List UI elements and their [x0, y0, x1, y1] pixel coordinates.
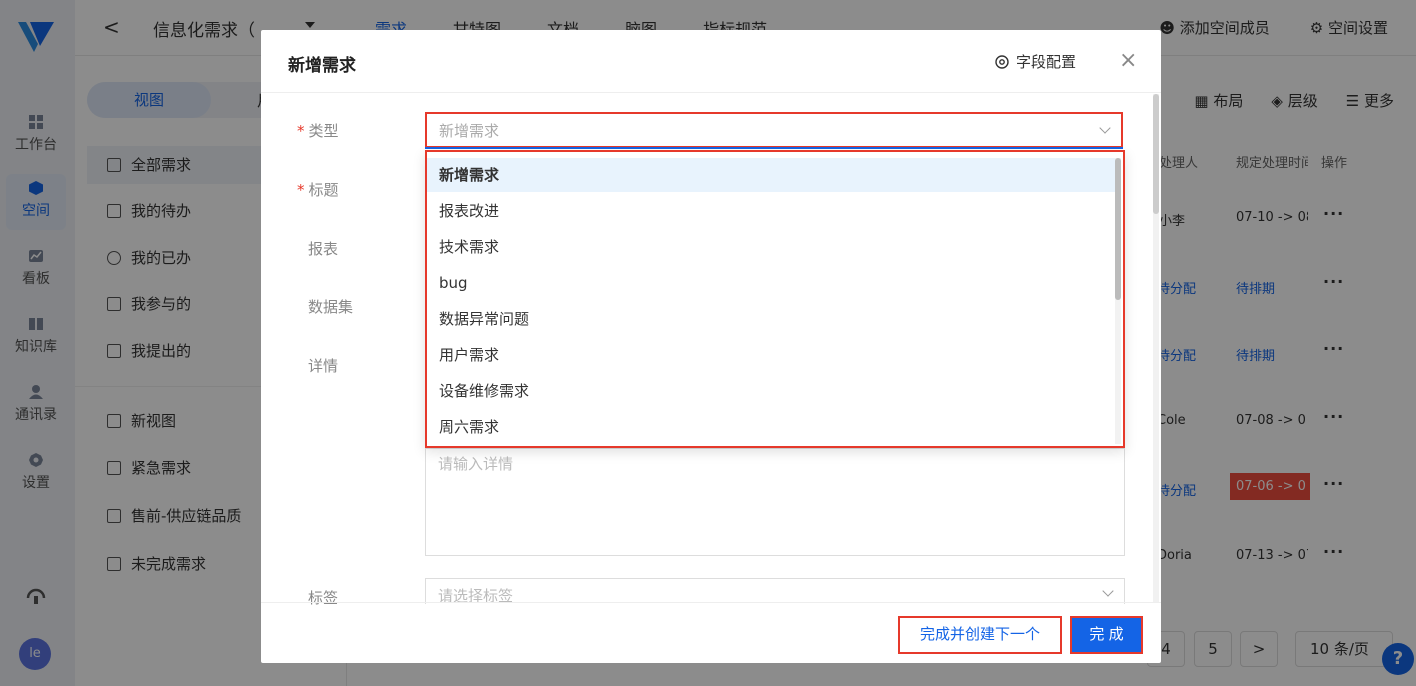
option-report-improve[interactable]: 报表改进	[427, 194, 1117, 228]
chevron-down-icon	[1099, 122, 1111, 134]
detail-placeholder: 请输入详情	[438, 455, 514, 473]
required-mark: *	[297, 181, 305, 199]
type-dropdown: 新增需求 报表改进 技术需求 bug 数据异常问题 用户需求 设备维修需求 周六…	[425, 150, 1125, 448]
option-tech[interactable]: 技术需求	[427, 230, 1117, 264]
modal-scrollbar-thumb[interactable]	[1153, 94, 1159, 214]
label-text: 类型	[308, 122, 339, 140]
required-mark: *	[297, 122, 305, 140]
field-config-button[interactable]: 字段配置	[994, 51, 1076, 72]
option-new[interactable]: 新增需求	[427, 158, 1117, 192]
type-select[interactable]: 新增需求	[425, 112, 1123, 149]
field-config-label: 字段配置	[1016, 53, 1077, 71]
modal-title: 新增需求	[288, 56, 356, 76]
detail-textarea[interactable]: 请输入详情	[425, 448, 1125, 556]
gear-icon	[995, 55, 1009, 69]
label-text: 标题	[308, 181, 339, 199]
option-data-anomaly[interactable]: 数据异常问题	[427, 302, 1117, 336]
label-report: 报表	[308, 240, 339, 258]
new-requirement-modal: 新增需求 字段配置 × * 类型 * 标题 报表 数据集 详情 标签 新增需求 请输…	[261, 30, 1161, 663]
label-dataset: 数据集	[308, 298, 354, 316]
modal-footer: 完成并创建下一个 完 成	[261, 602, 1161, 663]
label-detail: 详情	[308, 357, 339, 375]
option-saturday[interactable]: 周六需求	[427, 410, 1117, 444]
chevron-down-icon	[1102, 585, 1114, 597]
option-bug[interactable]: bug	[427, 266, 1117, 300]
type-select-value: 新增需求	[439, 122, 500, 140]
modal-header: 新增需求 字段配置 ×	[261, 30, 1161, 93]
save-and-next-button[interactable]: 完成并创建下一个	[898, 616, 1062, 654]
option-user[interactable]: 用户需求	[427, 338, 1117, 372]
tags-select[interactable]: 请选择标签	[425, 578, 1125, 604]
focus-underline	[425, 147, 1123, 149]
close-icon[interactable]: ×	[1119, 48, 1137, 73]
label-type: * 类型	[297, 120, 339, 141]
label-title: * 标题	[297, 179, 339, 200]
option-equipment-repair[interactable]: 设备维修需求	[427, 374, 1117, 408]
done-button[interactable]: 完 成	[1070, 616, 1143, 654]
dropdown-scrollbar-thumb[interactable]	[1115, 158, 1121, 300]
